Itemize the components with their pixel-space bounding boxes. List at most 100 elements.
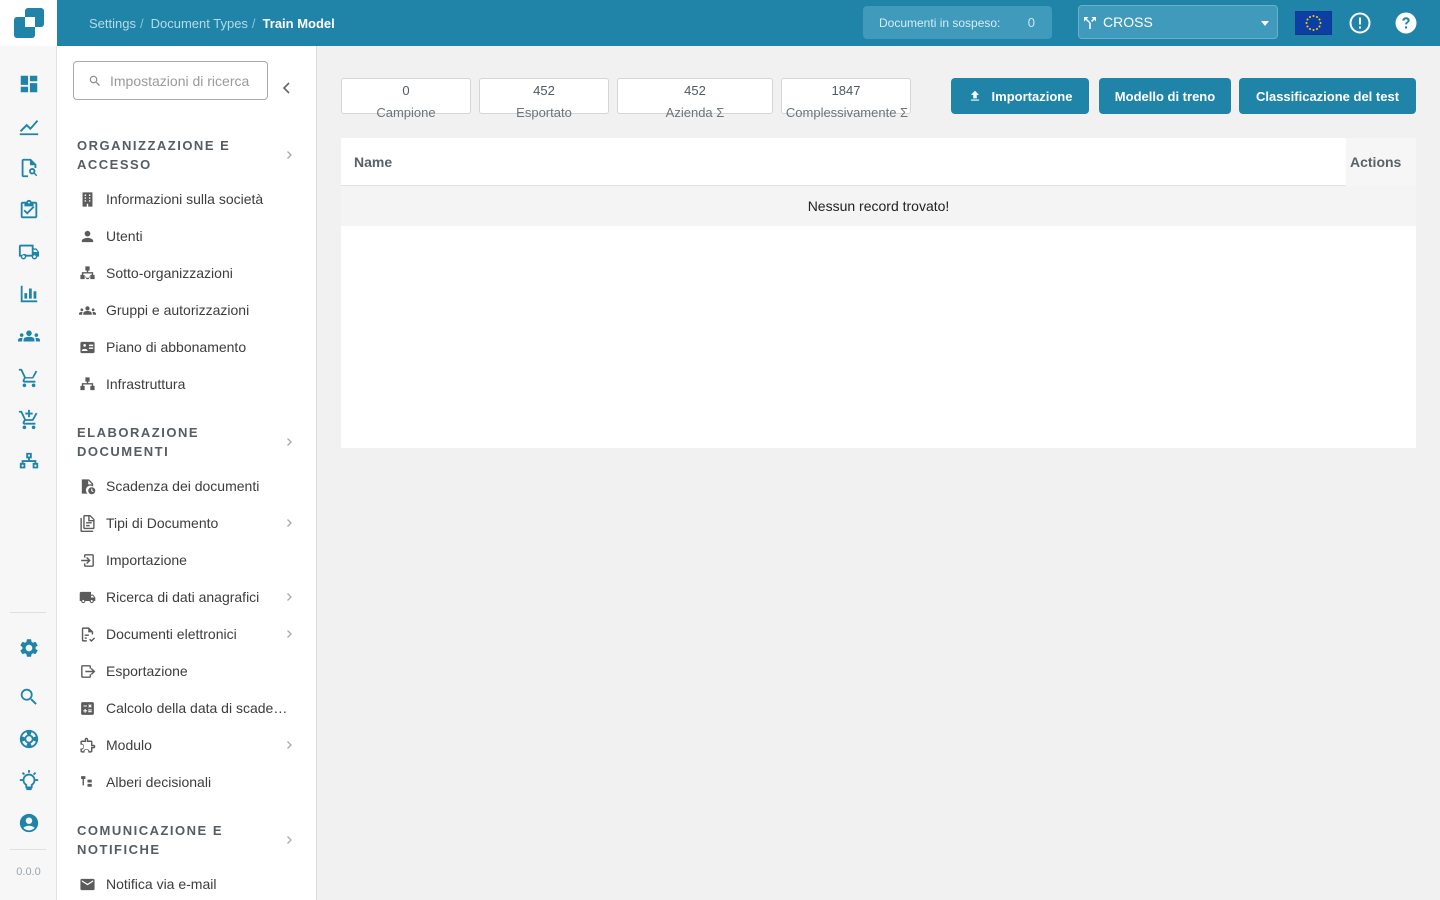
chevron-right-icon[interactable] [284,835,294,845]
pending-documents-count: 0 [1027,15,1035,30]
chevron-right-icon [287,593,292,601]
alert-circle-icon[interactable] [1348,11,1372,35]
chevron-right-icon[interactable] [284,437,294,447]
import-button-label: Importazione [991,88,1073,104]
breadcrumb-settings[interactable]: Settings [89,16,136,31]
gear-icon[interactable] [0,633,57,663]
stat-label: Esportato [516,105,572,120]
stat-sample: 0 Campione [341,78,471,120]
import-button[interactable]: Importazione [951,78,1089,114]
empty-table-message: Nessun record trovato! [341,186,1416,226]
chevron-right-icon [287,741,292,749]
column-header-name[interactable]: Name [354,154,392,170]
bar-chart-icon[interactable] [0,279,57,309]
import-icon [77,552,106,569]
settings-search [73,61,268,100]
sidebar-item-sub-organizations[interactable]: Sotto-organizzazioni [77,258,299,288]
pending-documents-badge[interactable]: Documenti in sospeso: 0 [863,6,1052,39]
network-icon[interactable] [0,447,57,477]
chevron-right-icon[interactable] [284,150,294,160]
truck-fast-icon[interactable] [0,237,57,267]
pending-documents-label: Documenti in sospeso: [879,15,1001,30]
sidebar-item-label: Notifica via e-mail [106,876,217,892]
eu-stars [1305,15,1322,31]
tenant-name: CROSS [1103,14,1153,30]
sidebar-item-master-data-search[interactable]: Ricerca di dati anagrafici [77,582,299,612]
app-logo[interactable] [0,0,57,46]
cart-icon[interactable] [0,363,57,393]
sidebar-item-document-expiry[interactable]: Scadenza dei documenti [77,471,299,501]
settings-sidebar: Organizzazione e accesso Informazioni su… [57,46,317,900]
search-icon[interactable] [0,682,57,712]
sidebar-item-import[interactable]: Importazione [77,545,299,575]
sidebar-item-label: Importazione [106,552,187,568]
chevron-right-icon [287,630,292,638]
breadcrumb-document-types[interactable]: Document Types [151,16,248,31]
sidebar-item-expiry-calculation[interactable]: Calcolo della data di scadenza [77,693,299,723]
sidebar-item-label: Informazioni sulla società [106,191,264,207]
records-table: Name Actions Nessun record trovato! [341,138,1416,448]
icon-rail: 0.0.0 [0,0,57,900]
breadcrumb-separator: / [251,15,256,31]
sidebar-item-label: Calcolo della data di scadenza [106,700,294,716]
sidebar-item-label: Ricerca di dati anagrafici [106,589,260,605]
sidebar-item-decision-trees[interactable]: Alberi decisionali [77,767,299,797]
puzzle-icon [77,737,106,754]
users-group-icon [77,302,106,319]
chevron-down-icon [1261,21,1269,26]
lifebuoy-icon[interactable] [0,724,57,754]
sidebar-item-groups-permissions[interactable]: Gruppi e autorizzazioni [77,295,299,325]
sidebar-item-label: Gruppi e autorizzazioni [106,302,250,318]
sidebar-item-company-info[interactable]: Informazioni sulla società [77,184,299,214]
sidebar-item-module[interactable]: Modulo [77,730,299,760]
sidebar-item-email-notification[interactable]: Notifica via e-mail [77,869,299,899]
breadcrumb-current: Train Model [262,15,335,31]
top-bar: Settings / Document Types / Train Model Do… [57,0,1440,46]
section-title-document-processing[interactable]: Elaborazione documenti [77,423,247,461]
section-title-organization[interactable]: Organizzazione e accesso [77,136,247,174]
sidebar-item-infrastructure[interactable]: Infrastruttura [77,369,299,399]
account-circle-icon[interactable] [0,808,57,838]
train-model-button[interactable]: Modello di treno [1099,78,1231,114]
cart-plus-icon[interactable] [0,405,57,435]
eu-flag-icon[interactable] [1295,11,1332,35]
sidebar-item-label: Piano di abbonamento [106,339,247,355]
sidebar-item-export[interactable]: Esportazione [77,656,299,686]
stat-value: 0 [402,83,410,98]
settings-search-input[interactable] [110,70,262,92]
test-classification-button-label: Classificazione del test [1255,88,1400,104]
column-header-actions-label: Actions [1350,154,1402,170]
sidebar-item-electronic-documents[interactable]: Documenti elettronici [77,619,299,649]
rail-divider [10,849,46,850]
clipboard-check-icon[interactable] [0,195,57,225]
email-icon [77,876,106,893]
id-card-icon [77,339,106,356]
truck-icon [77,589,106,606]
column-header-actions: Actions [1346,138,1416,186]
section-title-communication[interactable]: Comunicazione e notifiche [77,821,247,859]
users-icon[interactable] [0,321,57,351]
source-branch-icon [1084,17,1096,29]
chart-line-icon[interactable] [0,111,57,141]
breadcrumb: Settings / Document Types / Train Model [89,0,335,46]
sidebar-item-users[interactable]: Utenti [77,221,299,251]
calculator-icon [77,700,106,717]
stat-label: Complessivamente Σ [785,105,909,120]
search-icon [89,75,100,86]
test-classification-button[interactable]: Classificazione del test [1239,78,1416,114]
dashboard-icon[interactable] [0,69,57,99]
sidebar-item-document-types[interactable]: Tipi di Documento [77,508,299,538]
lightbulb-icon[interactable] [0,766,57,796]
sidebar-item-subscription-plan[interactable]: Piano di abbonamento [77,332,299,362]
user-icon [77,228,106,245]
table-header: Name Actions [341,138,1416,186]
sidebar-item-label: Scadenza dei documenti [106,478,260,494]
sidebar-item-label: Utenti [106,228,143,244]
sitemap-icon [77,265,106,282]
help-circle-icon[interactable] [1394,11,1418,35]
stat-overall-total: 1847 Complessivamente Σ [781,78,911,120]
tenant-select[interactable]: CROSS [1078,5,1278,39]
document-search-icon[interactable] [0,153,57,183]
collapse-sidebar-icon[interactable] [279,80,295,96]
app-version: 0.0.0 [16,866,41,878]
